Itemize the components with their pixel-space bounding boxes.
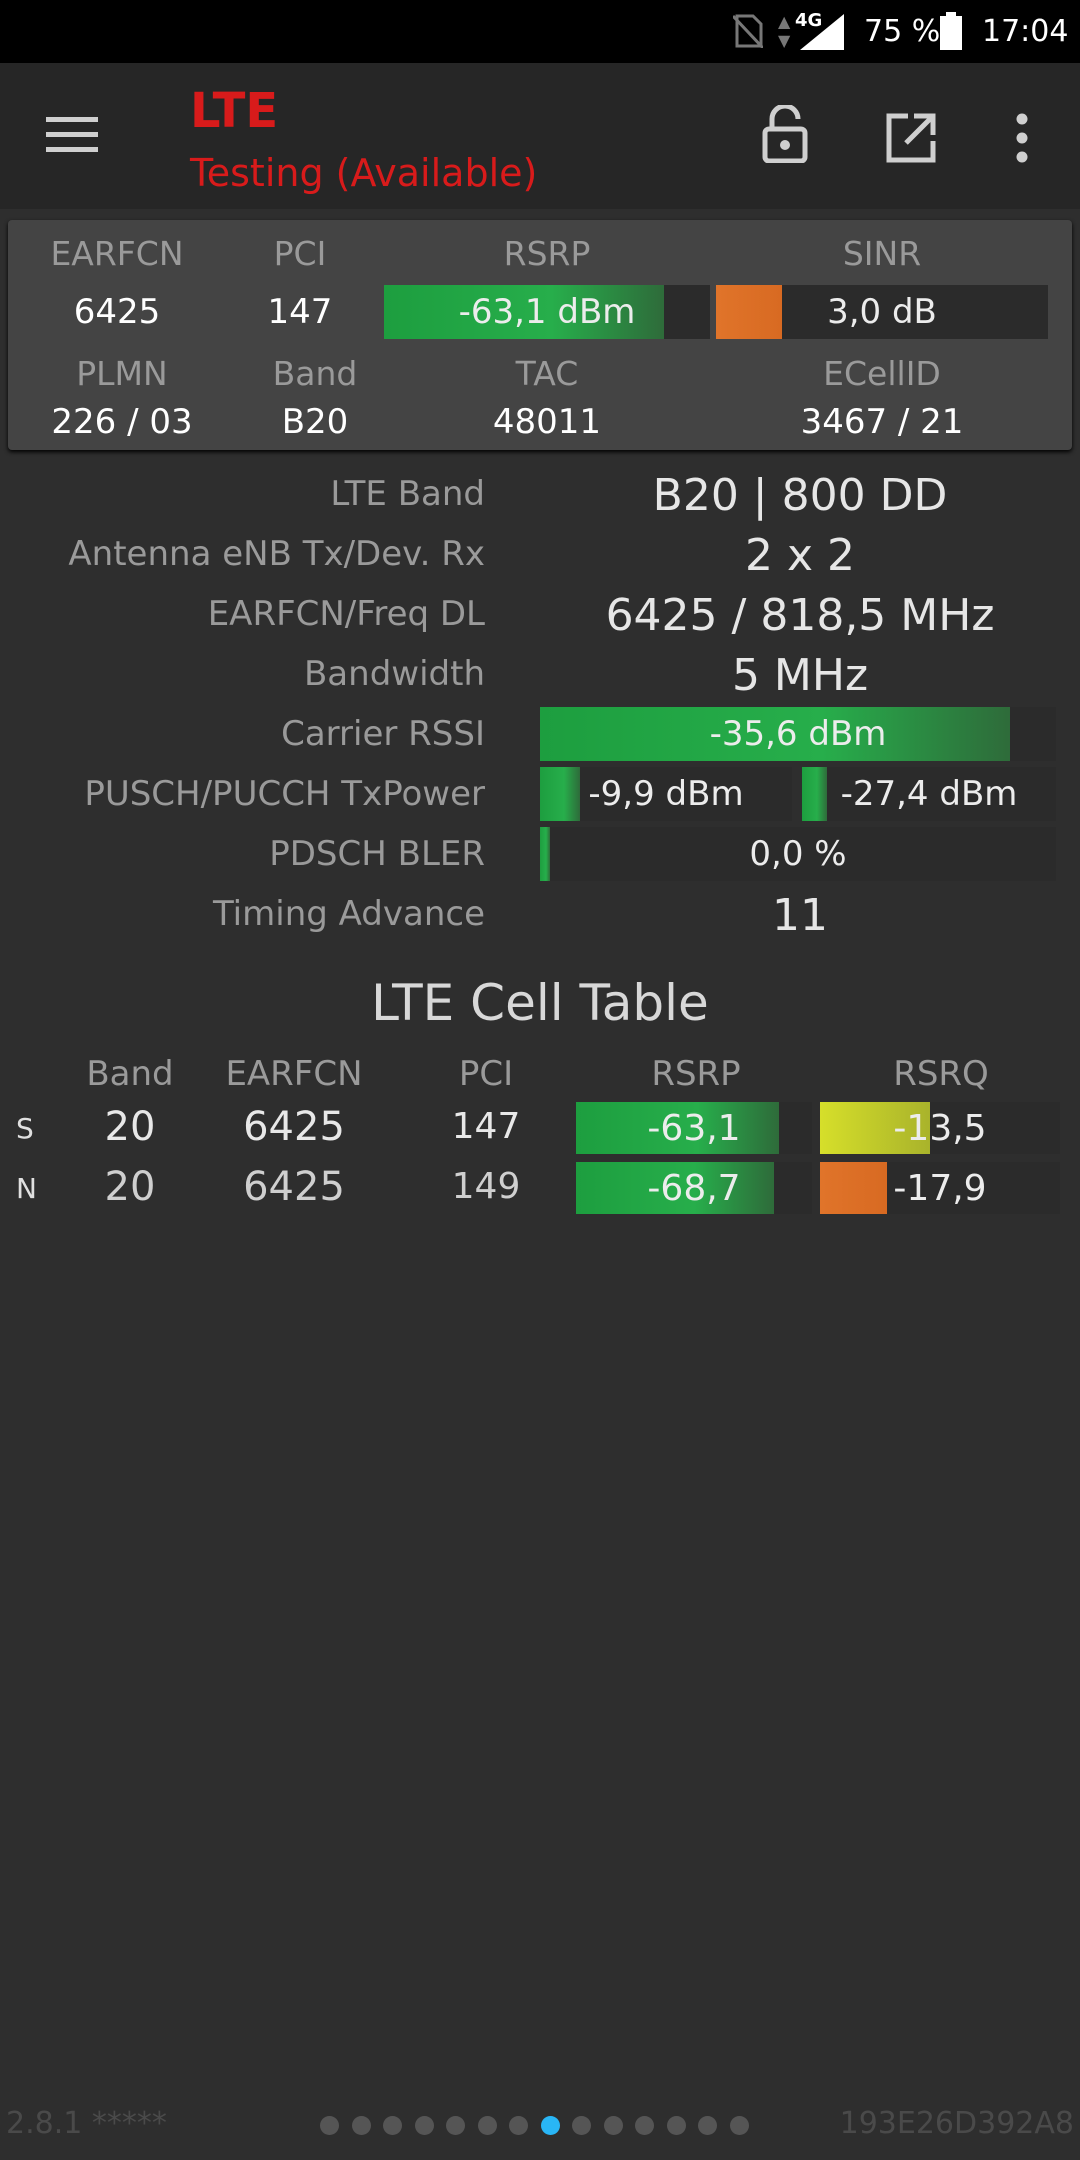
earfcn-value: 6425 xyxy=(73,292,161,332)
col-pci-header: PCI xyxy=(458,1054,514,1094)
data-activity-icon: ▲ ▼ xyxy=(778,12,791,50)
cell-earfcn: 6425 xyxy=(243,1104,345,1150)
cell-rsrp-bar: -63,1 xyxy=(576,1102,812,1154)
pusch-bar: -9,9 dBm xyxy=(540,767,792,821)
page-dot[interactable] xyxy=(540,2116,560,2135)
page-dot[interactable] xyxy=(666,2116,686,2135)
carrier-rssi-bar: -35,6 dBm xyxy=(540,707,1056,761)
cell-band: 20 xyxy=(104,1104,156,1150)
pucch-value: -27,4 dBm xyxy=(840,774,1018,814)
pusch-value: -9,9 dBm xyxy=(588,774,744,814)
status-bar: ▲ ▼ 4G 75 % 17:04 xyxy=(0,0,1080,63)
col-band-header: Band xyxy=(86,1054,174,1094)
page-dot[interactable] xyxy=(383,2116,402,2135)
battery-icon xyxy=(940,12,962,50)
page-dot[interactable] xyxy=(698,2116,717,2135)
timing-advance-label: Timing Advance xyxy=(212,894,485,934)
page-dot[interactable] xyxy=(603,2116,623,2135)
pci-value: 147 xyxy=(267,292,333,332)
carrier-rssi-value: -35,6 dBm xyxy=(709,714,887,754)
bler-label: PDSCH BLER xyxy=(269,834,485,874)
cell-type: S xyxy=(16,1112,34,1145)
page-dot[interactable] xyxy=(635,2116,654,2135)
sinr-header: SINR xyxy=(842,234,922,273)
table-row: S 20 6425 147 -63,1 -13,5 xyxy=(0,1100,1080,1156)
col-rsrp-header: RSRP xyxy=(651,1054,741,1094)
pci-header: PCI xyxy=(273,234,327,273)
earfcn-freq-label: EARFCN/Freq DL xyxy=(207,594,485,634)
cell-rsrp-bar: -68,7 xyxy=(576,1162,812,1214)
band-header: Band xyxy=(272,354,358,393)
tac-header: TAC xyxy=(515,354,579,393)
txpower-label: PUSCH/PUCCH TxPower xyxy=(84,774,485,814)
bler-value: 0,0 % xyxy=(749,834,847,874)
page-dot[interactable] xyxy=(351,2116,371,2135)
cell-pci: 147 xyxy=(451,1106,521,1147)
plmn-value: 226 / 03 xyxy=(51,402,193,442)
plmn-header: PLMN xyxy=(76,354,168,393)
ecellid-header: ECellID xyxy=(823,354,941,393)
page-dot[interactable] xyxy=(320,2116,339,2135)
rsrp-header: RSRP xyxy=(503,234,591,273)
cell-rsrq-bar: -17,9 xyxy=(820,1162,1060,1214)
cell-pci: 149 xyxy=(451,1166,521,1207)
bler-bar: 0,0 % xyxy=(540,827,1056,881)
app-bar: LTE Testing (Available) xyxy=(0,63,1080,209)
carrier-rssi-label: Carrier RSSI xyxy=(281,714,485,754)
page-dot[interactable] xyxy=(509,2116,528,2135)
cell-rsrp: -63,1 xyxy=(647,1107,741,1149)
col-rsrq-header: RSRQ xyxy=(893,1054,989,1094)
bandwidth-label: Bandwidth xyxy=(303,654,485,694)
device-id: 193E26D392A8 xyxy=(839,2106,1074,2141)
lock-open-icon[interactable] xyxy=(762,105,808,163)
sinr-bar: 3,0 dB xyxy=(716,285,1048,339)
clock: 17:04 xyxy=(982,14,1069,49)
lte-band-label: LTE Band xyxy=(330,474,485,514)
open-external-icon[interactable] xyxy=(886,113,936,163)
antenna-label: Antenna eNB Tx/Dev. Rx xyxy=(68,534,485,574)
ecellid-value: 3467 / 21 xyxy=(800,402,964,442)
cell-rsrq: -13,5 xyxy=(893,1107,987,1149)
band-value: B20 xyxy=(281,402,349,442)
rsrp-value: -63,1 dBm xyxy=(458,292,636,332)
cell-type: N xyxy=(16,1172,37,1205)
earfcn-header: EARFCN xyxy=(50,234,184,273)
col-earfcn-header: EARFCN xyxy=(225,1054,363,1094)
pucch-bar: -27,4 dBm xyxy=(802,767,1056,821)
earfcn-freq-value: 6425 / 818,5 MHz xyxy=(605,590,995,641)
tac-value: 48011 xyxy=(492,402,602,442)
battery-percent: 75 % xyxy=(864,14,941,49)
app-version: 2.8.1 ***** xyxy=(6,2106,167,2141)
lte-band-value: B20 | 800 DD xyxy=(652,470,948,521)
page-title: LTE xyxy=(190,83,279,139)
more-options-icon[interactable] xyxy=(1014,113,1030,163)
page-dot[interactable] xyxy=(446,2116,465,2135)
cell-band: 20 xyxy=(104,1164,156,1210)
page-dot[interactable] xyxy=(729,2116,749,2135)
cell-rsrq: -17,9 xyxy=(893,1167,987,1209)
signal-icon xyxy=(800,14,844,50)
page-dot[interactable] xyxy=(477,2116,497,2135)
cell-rsrp: -68,7 xyxy=(647,1167,741,1209)
no-sim-icon xyxy=(733,14,763,48)
cell-table-title: LTE Cell Table xyxy=(371,974,709,1032)
menu-icon[interactable] xyxy=(46,115,98,155)
cell-earfcn: 6425 xyxy=(243,1164,345,1210)
antenna-value: 2 x 2 xyxy=(745,530,855,581)
page-subtitle: Testing (Available) xyxy=(190,151,538,195)
cell-rsrq-bar: -13,5 xyxy=(820,1102,1060,1154)
page-dot[interactable] xyxy=(572,2116,591,2135)
sinr-value: 3,0 dB xyxy=(827,292,937,332)
bandwidth-value: 5 MHz xyxy=(731,650,869,701)
timing-advance-value: 11 xyxy=(772,890,828,941)
page-dot[interactable] xyxy=(414,2116,434,2135)
rsrp-bar: -63,1 dBm xyxy=(384,285,710,339)
table-row: N 20 6425 149 -68,7 -17,9 xyxy=(0,1160,1080,1216)
